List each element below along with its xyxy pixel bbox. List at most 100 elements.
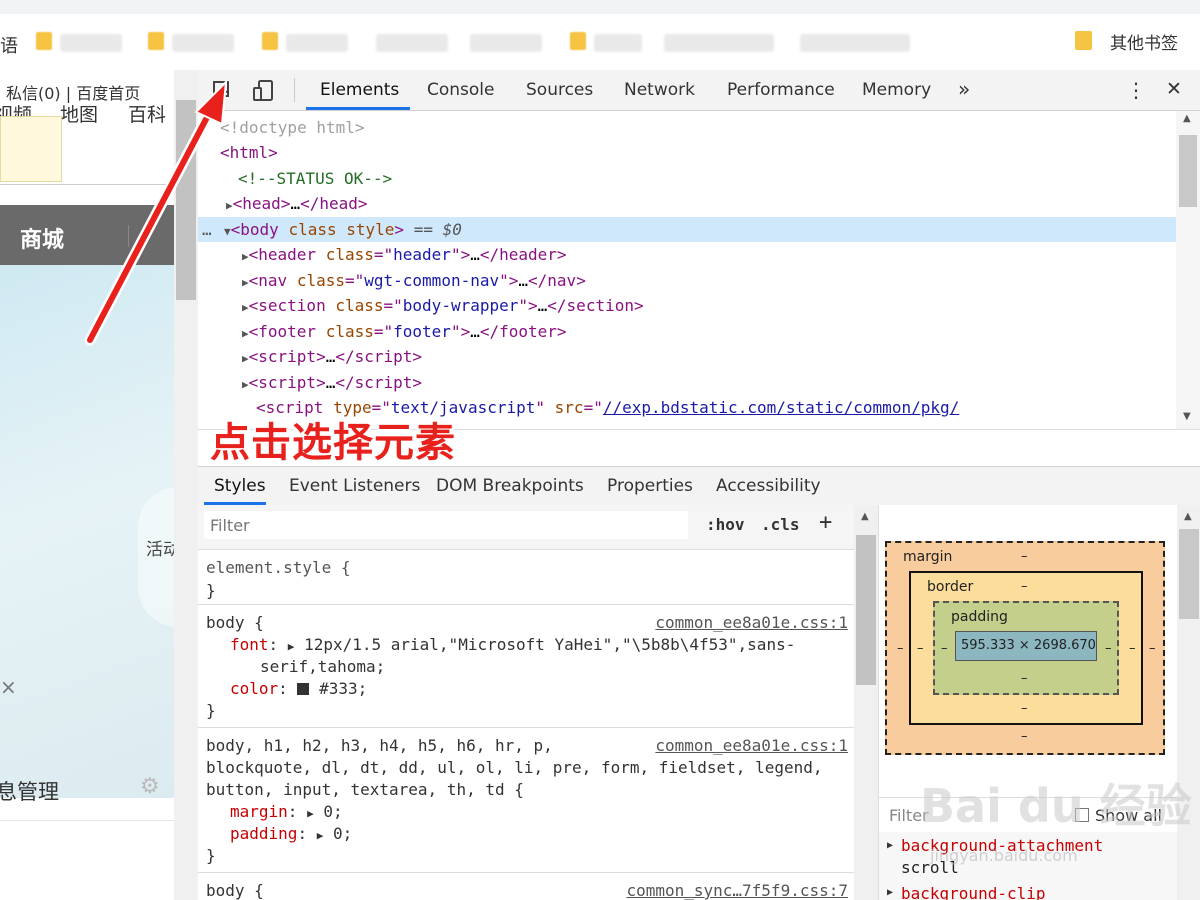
bookmark-item[interactable]: [376, 34, 448, 52]
inspect-element-icon[interactable]: [212, 80, 232, 100]
padding-label: padding: [951, 609, 1008, 625]
bookmark-item[interactable]: [594, 34, 642, 52]
annotation-label: 点击选择元素: [210, 420, 456, 466]
active-tab-indicator: [306, 107, 410, 110]
close-icon[interactable]: ×: [0, 675, 17, 699]
other-bookmarks[interactable]: 其他书签: [1110, 29, 1178, 54]
more-tabs-icon[interactable]: »: [958, 77, 970, 101]
styles-filter-input[interactable]: [204, 511, 688, 539]
scrollbar-thumb[interactable]: [1179, 529, 1199, 619]
tab-event-listeners[interactable]: Event Listeners: [289, 476, 420, 496]
baidu-watermark: Bai du 经验: [920, 779, 1192, 833]
scroll-up-icon[interactable]: ▲: [861, 511, 869, 522]
rule-source-link[interactable]: common_ee8a01e.css:1: [655, 736, 848, 755]
rule-source-link[interactable]: common_ee8a01e.css:1: [655, 613, 848, 632]
tree-html[interactable]: <html>: [220, 140, 278, 165]
box-model-content[interactable]: 595.333 × 2698.670: [955, 631, 1097, 661]
property-name[interactable]: color: [230, 679, 278, 698]
computed-prop-name[interactable]: background-clip: [901, 884, 1046, 900]
tree-doctype[interactable]: <!doctype html>: [220, 115, 365, 140]
rule-close: }: [206, 846, 216, 865]
nav-item-map[interactable]: 地图: [60, 100, 98, 127]
tab-console[interactable]: Console: [427, 80, 495, 100]
tree-nav[interactable]: ▶<nav class="wgt-common-nav">…</nav>: [242, 268, 586, 293]
color-swatch[interactable]: [297, 683, 310, 695]
bookmark-item[interactable]: [172, 34, 234, 52]
elements-scrollbar[interactable]: ▲ ▼: [1176, 111, 1200, 429]
close-devtools-icon[interactable]: ✕: [1166, 78, 1182, 100]
tree-footer[interactable]: ▶<footer class="footer">…</footer>: [242, 319, 567, 344]
page-scrollbar[interactable]: [174, 70, 198, 900]
bookmark-partial-text[interactable]: 语: [0, 32, 18, 58]
tree-head[interactable]: ▶<head>…</head>: [226, 191, 368, 216]
expand-triangle-icon[interactable]: ▶: [887, 840, 893, 851]
styles-scrollbar[interactable]: ▲: [854, 505, 878, 900]
cls-button[interactable]: .cls: [761, 515, 800, 534]
tree-script[interactable]: ▶<script>…</script>: [242, 370, 422, 395]
tab-network[interactable]: Network: [624, 80, 695, 100]
property-value[interactable]: #333;: [319, 679, 367, 698]
hero-banner[interactable]: 活动 ×: [0, 265, 174, 798]
tree-body-selected[interactable]: … ▼<body class style> == $0: [198, 217, 1176, 242]
hov-button[interactable]: :hov: [706, 515, 745, 534]
rule-selector: blockquote, dl, dt, dd, ul, ol, li, pre,…: [206, 758, 823, 777]
tree-script[interactable]: ▶<script>…</script>: [242, 344, 422, 369]
info-management-item[interactable]: 息管理: [0, 776, 59, 806]
property-name[interactable]: margin: [230, 802, 288, 821]
expand-triangle-icon[interactable]: ▶: [887, 887, 893, 898]
bookmark-item[interactable]: [60, 34, 122, 52]
bookmark-folder-icon[interactable]: [148, 32, 164, 50]
web-page-viewport: 私信(0) | 百度首页 视频 地图 百科 商城 活动 × 息管理 ⚙: [0, 70, 174, 900]
bookmark-folder-icon[interactable]: [570, 32, 586, 50]
rule-reset[interactable]: body, h1, h2, h3, h4, h5, h6, hr, p, com…: [198, 728, 854, 873]
property-value[interactable]: 0;: [323, 802, 342, 821]
tree-section[interactable]: ▶<section class="body-wrapper">…</sectio…: [242, 293, 644, 318]
property-name[interactable]: padding: [230, 824, 297, 843]
scrollbar-thumb[interactable]: [856, 535, 876, 685]
styles-pane: :hov .cls + element.style { } body { com…: [198, 505, 854, 900]
bookmark-item[interactable]: [664, 34, 774, 52]
tab-styles[interactable]: Styles: [214, 476, 266, 496]
content-size: 595.333 × 2698.670: [961, 638, 1096, 653]
tree-comment[interactable]: <!--STATUS OK-->: [238, 166, 392, 191]
collapse-triangle-icon[interactable]: ▼: [224, 225, 231, 238]
rule-source-link[interactable]: common_sync…7f5f9.css:7: [626, 881, 848, 900]
tab-memory[interactable]: Memory: [862, 80, 931, 100]
bookmark-item[interactable]: [286, 34, 348, 52]
add-rule-button[interactable]: +: [819, 510, 832, 535]
bookmark-item[interactable]: [800, 34, 910, 52]
tab-accessibility[interactable]: Accessibility: [716, 476, 821, 496]
menu-icon[interactable]: ⋮: [1126, 78, 1146, 102]
device-toolbar-icon[interactable]: [252, 79, 276, 101]
mall-banner[interactable]: 商城: [0, 205, 174, 265]
scroll-down-icon[interactable]: ▼: [1183, 411, 1191, 422]
scrollbar-thumb[interactable]: [1179, 135, 1197, 207]
scroll-up-icon[interactable]: ▲: [1184, 511, 1192, 522]
divider: [0, 184, 174, 185]
rule-body[interactable]: body { common_ee8a01e.css:1 font: ▶ 12px…: [198, 605, 854, 728]
property-value[interactable]: 12px/1.5 arial,"Microsoft YaHei","\5b8b\…: [304, 635, 795, 654]
tree-header[interactable]: ▶<header class="header">…</header>: [242, 242, 567, 267]
scrollbar-thumb[interactable]: [176, 100, 196, 300]
bookmark-folder-icon[interactable]: [262, 32, 278, 50]
rule-element-style[interactable]: element.style { }: [198, 550, 854, 605]
elements-tree[interactable]: <!doctype html> <html> <!--STATUS OK--> …: [198, 111, 1176, 429]
property-value[interactable]: 0;: [333, 824, 352, 843]
computed-scrollbar[interactable]: ▲: [1177, 505, 1200, 900]
nav-item-baike[interactable]: 百科: [128, 100, 166, 127]
border-bottom-value: –: [1021, 701, 1028, 716]
rule-body-sync[interactable]: body { common_sync…7f5f9.css:7: [198, 873, 854, 900]
rule-selector: body {: [206, 613, 264, 632]
scroll-up-icon[interactable]: ▲: [1183, 113, 1191, 124]
expand-triangle-icon[interactable]: ▶: [226, 199, 233, 212]
bookmark-folder-icon[interactable]: [36, 32, 52, 50]
tab-sources[interactable]: Sources: [526, 80, 593, 100]
tab-elements[interactable]: Elements: [320, 80, 399, 100]
property-name[interactable]: font: [230, 635, 269, 654]
tab-performance[interactable]: Performance: [727, 80, 835, 100]
bookmark-item[interactable]: [470, 34, 542, 52]
margin-top-value: –: [1021, 549, 1028, 564]
tab-properties[interactable]: Properties: [607, 476, 693, 496]
gear-icon[interactable]: ⚙: [140, 774, 160, 799]
tab-dom-breakpoints[interactable]: DOM Breakpoints: [436, 476, 584, 496]
